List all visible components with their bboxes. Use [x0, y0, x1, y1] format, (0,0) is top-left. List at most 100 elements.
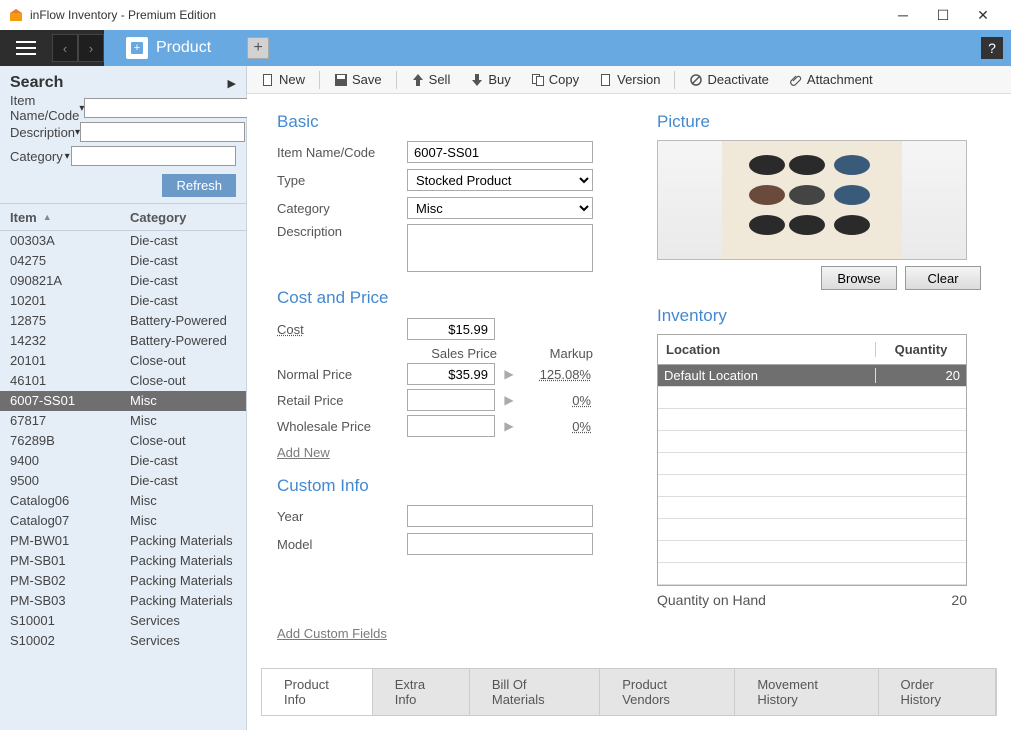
- list-row[interactable]: S10001Services: [0, 611, 246, 631]
- save-button[interactable]: Save: [326, 70, 390, 89]
- inventory-row[interactable]: [658, 497, 966, 519]
- list-row[interactable]: 46101Close-out: [0, 371, 246, 391]
- year-label: Year: [277, 509, 407, 524]
- list-row[interactable]: 76289BClose-out: [0, 431, 246, 451]
- wholesale-input[interactable]: [407, 415, 495, 437]
- tab-bom[interactable]: Bill Of Materials: [470, 669, 600, 715]
- row-category: Die-cast: [130, 453, 236, 468]
- tab-vendors[interactable]: Product Vendors: [600, 669, 735, 715]
- list-row[interactable]: 090821ADie-cast: [0, 271, 246, 291]
- row-item: 20101: [10, 353, 130, 368]
- list-row[interactable]: PM-SB02Packing Materials: [0, 571, 246, 591]
- list-row[interactable]: 10201Die-cast: [0, 291, 246, 311]
- row-item: 67817: [10, 413, 130, 428]
- list-row[interactable]: PM-BW01Packing Materials: [0, 531, 246, 551]
- addcustom-link[interactable]: Add Custom Fields: [277, 626, 387, 641]
- menu-icon[interactable]: [0, 30, 52, 66]
- row-location: Default Location: [658, 368, 876, 383]
- addnew-link[interactable]: Add New: [277, 445, 330, 460]
- inventory-row[interactable]: [658, 519, 966, 541]
- arrow-icon[interactable]: ▶: [495, 393, 523, 407]
- cost-label[interactable]: Cost: [277, 322, 407, 337]
- dropdown-icon[interactable]: ▾: [63, 151, 71, 162]
- attachment-button[interactable]: Attachment: [781, 70, 881, 89]
- list-row[interactable]: 12875Battery-Powered: [0, 311, 246, 331]
- search-category-input[interactable]: [71, 146, 236, 166]
- inventory-row[interactable]: [658, 387, 966, 409]
- list-row[interactable]: 04275Die-cast: [0, 251, 246, 271]
- list-row[interactable]: 6007-SS01Misc: [0, 391, 246, 411]
- nav-forward-button[interactable]: ›: [78, 34, 104, 62]
- cost-input[interactable]: [407, 318, 495, 340]
- clear-button[interactable]: Clear: [905, 266, 981, 290]
- list-row[interactable]: 9500Die-cast: [0, 471, 246, 491]
- tab-product[interactable]: + Product: [116, 30, 241, 66]
- list-row[interactable]: Catalog06Misc: [0, 491, 246, 511]
- deactivate-button[interactable]: Deactivate: [681, 70, 776, 89]
- retail-markup[interactable]: 0%: [523, 393, 591, 408]
- category-select[interactable]: Misc: [407, 197, 593, 219]
- sell-button[interactable]: Sell: [403, 70, 459, 89]
- salesprice-head: Sales Price: [407, 346, 497, 361]
- list-row[interactable]: 20101Close-out: [0, 351, 246, 371]
- sort-asc-icon: ▲: [43, 212, 52, 222]
- col-location[interactable]: Location: [658, 342, 876, 357]
- col-item: Item: [10, 210, 37, 225]
- tab-movement[interactable]: Movement History: [735, 669, 878, 715]
- tab-extra-info[interactable]: Extra Info: [373, 669, 470, 715]
- new-tab-button[interactable]: +: [247, 37, 269, 59]
- arrow-icon[interactable]: ▶: [495, 419, 523, 433]
- list-row[interactable]: 00303ADie-cast: [0, 231, 246, 251]
- maximize-button[interactable]: ☐: [923, 1, 963, 29]
- browse-button[interactable]: Browse: [821, 266, 897, 290]
- wholesale-markup[interactable]: 0%: [523, 419, 591, 434]
- list-row[interactable]: 9400Die-cast: [0, 451, 246, 471]
- list-row[interactable]: 14232Battery-Powered: [0, 331, 246, 351]
- close-button[interactable]: ✕: [963, 1, 1003, 29]
- type-select[interactable]: Stocked Product: [407, 169, 593, 191]
- list-header[interactable]: Item▲ Category: [0, 203, 246, 231]
- itemname-input[interactable]: [407, 141, 593, 163]
- year-input[interactable]: [407, 505, 593, 527]
- normal-markup[interactable]: 125.08%: [523, 367, 591, 382]
- tab-order[interactable]: Order History: [879, 669, 996, 715]
- list-row[interactable]: Catalog07Misc: [0, 511, 246, 531]
- minimize-button[interactable]: ─: [883, 1, 923, 29]
- collapse-icon[interactable]: ▶: [228, 77, 236, 90]
- normal-input[interactable]: [407, 363, 495, 385]
- list-row[interactable]: PM-SB01Packing Materials: [0, 551, 246, 571]
- col-quantity[interactable]: Quantity: [876, 342, 966, 357]
- inventory-row[interactable]: [658, 475, 966, 497]
- row-item: Catalog06: [10, 493, 130, 508]
- tab-product-info[interactable]: Product Info: [262, 669, 373, 715]
- row-item: Catalog07: [10, 513, 130, 528]
- inventory-row[interactable]: [658, 409, 966, 431]
- new-button[interactable]: New: [253, 70, 313, 89]
- list-row[interactable]: S10002Services: [0, 631, 246, 651]
- custom-title: Custom Info: [277, 476, 617, 496]
- description-input[interactable]: [407, 224, 593, 272]
- tab-label: Product: [156, 39, 211, 57]
- inventory-row[interactable]: Default Location20: [658, 365, 966, 387]
- nav-back-button[interactable]: ‹: [52, 34, 78, 62]
- cost-title: Cost and Price: [277, 288, 617, 308]
- inventory-row[interactable]: [658, 563, 966, 585]
- row-item: 090821A: [10, 273, 130, 288]
- copy-button[interactable]: Copy: [523, 70, 587, 89]
- retail-input[interactable]: [407, 389, 495, 411]
- search-itemname-input[interactable]: [84, 98, 249, 118]
- list-row[interactable]: 67817Misc: [0, 411, 246, 431]
- search-description-input[interactable]: [80, 122, 245, 142]
- list-row[interactable]: PM-SB03Packing Materials: [0, 591, 246, 611]
- inventory-row[interactable]: [658, 541, 966, 563]
- description-label: Description: [277, 224, 407, 239]
- row-category: Misc: [130, 513, 236, 528]
- refresh-button[interactable]: Refresh: [162, 174, 236, 197]
- buy-button[interactable]: Buy: [462, 70, 518, 89]
- arrow-icon[interactable]: ▶: [495, 367, 523, 381]
- inventory-row[interactable]: [658, 431, 966, 453]
- model-input[interactable]: [407, 533, 593, 555]
- help-button[interactable]: ?: [981, 37, 1003, 59]
- inventory-row[interactable]: [658, 453, 966, 475]
- version-button[interactable]: Version: [591, 70, 668, 89]
